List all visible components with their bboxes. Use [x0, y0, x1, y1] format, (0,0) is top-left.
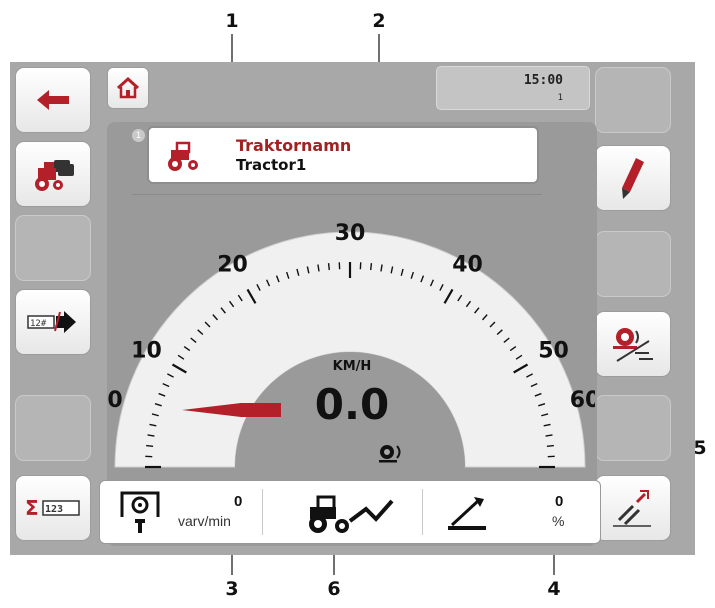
tractor-name-value: Tractor1: [236, 156, 307, 174]
import-button[interactable]: 12#: [15, 289, 91, 355]
lift-position-value: 0: [555, 493, 564, 510]
sum-counter-button[interactable]: Σ 123: [15, 475, 91, 541]
svg-text:Σ: Σ: [25, 496, 39, 520]
gauge-minor-tick: [546, 444, 554, 447]
pto-rpm-unit: varv/min: [178, 513, 231, 529]
tractor-implement-icon: [309, 495, 394, 533]
left-empty-button-1: [15, 215, 91, 281]
calibrate-button[interactable]: [595, 475, 671, 541]
gauge-minor-tick: [370, 263, 373, 271]
gauge-label-50: 50: [538, 339, 569, 364]
back-arrow-icon: [37, 90, 69, 110]
tractor-name-box[interactable]: Traktornamn Tractor1: [147, 126, 539, 184]
divider: [132, 194, 542, 195]
tractor-name-label: Traktornamn: [236, 136, 352, 155]
gauge-label-30: 30: [335, 221, 366, 246]
svg-text:123: 123: [45, 504, 63, 515]
speed-value: 0.0: [314, 380, 390, 429]
gauge-label-0: 0: [107, 388, 122, 413]
right-empty-button-3: [595, 395, 671, 461]
tractor-icon: [168, 141, 198, 171]
gauge-minor-tick: [146, 444, 154, 447]
info-badge: 1: [132, 129, 145, 142]
right-empty-button-2: [595, 231, 671, 297]
wheel-sensor-status-icon: [379, 445, 401, 463]
speedometer: 0 10 20 30 40 5060: [107, 221, 595, 469]
gauge-minor-tick: [327, 263, 330, 271]
wheel-sensor-button[interactable]: [595, 311, 671, 377]
right-empty-button-1: [595, 67, 671, 133]
clock-sub: 1: [557, 93, 563, 103]
tractor-list-button[interactable]: [15, 141, 91, 207]
terminal-screen: 12# Σ 123 15:00 1 1 Traktornamn Tractor1…: [10, 62, 695, 555]
sum-counter-icon: Σ 123: [25, 496, 80, 520]
gauge-label-40: 40: [452, 252, 483, 277]
home-icon: [116, 76, 140, 99]
speed-unit: KM/H: [332, 359, 372, 374]
gauge-label-20: 20: [217, 252, 248, 277]
left-empty-button-2: [15, 395, 91, 461]
lift-position-unit: %: [552, 513, 565, 529]
wheel-sensor-icon: [613, 328, 653, 362]
home-button[interactable]: [107, 67, 149, 109]
import-icon: 12#: [27, 311, 76, 333]
edit-pencil-icon: [622, 158, 644, 199]
bottom-info-bar: 0 varv/min 0 %: [99, 480, 601, 544]
back-button[interactable]: [15, 67, 91, 133]
separator-2: [422, 489, 423, 535]
gauge-label-60: 60: [570, 388, 595, 413]
pto-rpm-icon: [120, 491, 160, 533]
svg-text:12#: 12#: [30, 319, 47, 329]
clock-display: 15:00 1: [436, 66, 590, 110]
lift-position-icon: [448, 497, 486, 530]
pto-rpm-value: 0: [234, 493, 243, 510]
calibrate-icon: [613, 490, 651, 527]
tractor-list-icon: [35, 160, 74, 191]
separator-1: [262, 489, 263, 535]
edit-button[interactable]: [595, 145, 671, 211]
clock-time: 15:00: [523, 73, 563, 88]
gauge-label-10: 10: [131, 339, 162, 364]
